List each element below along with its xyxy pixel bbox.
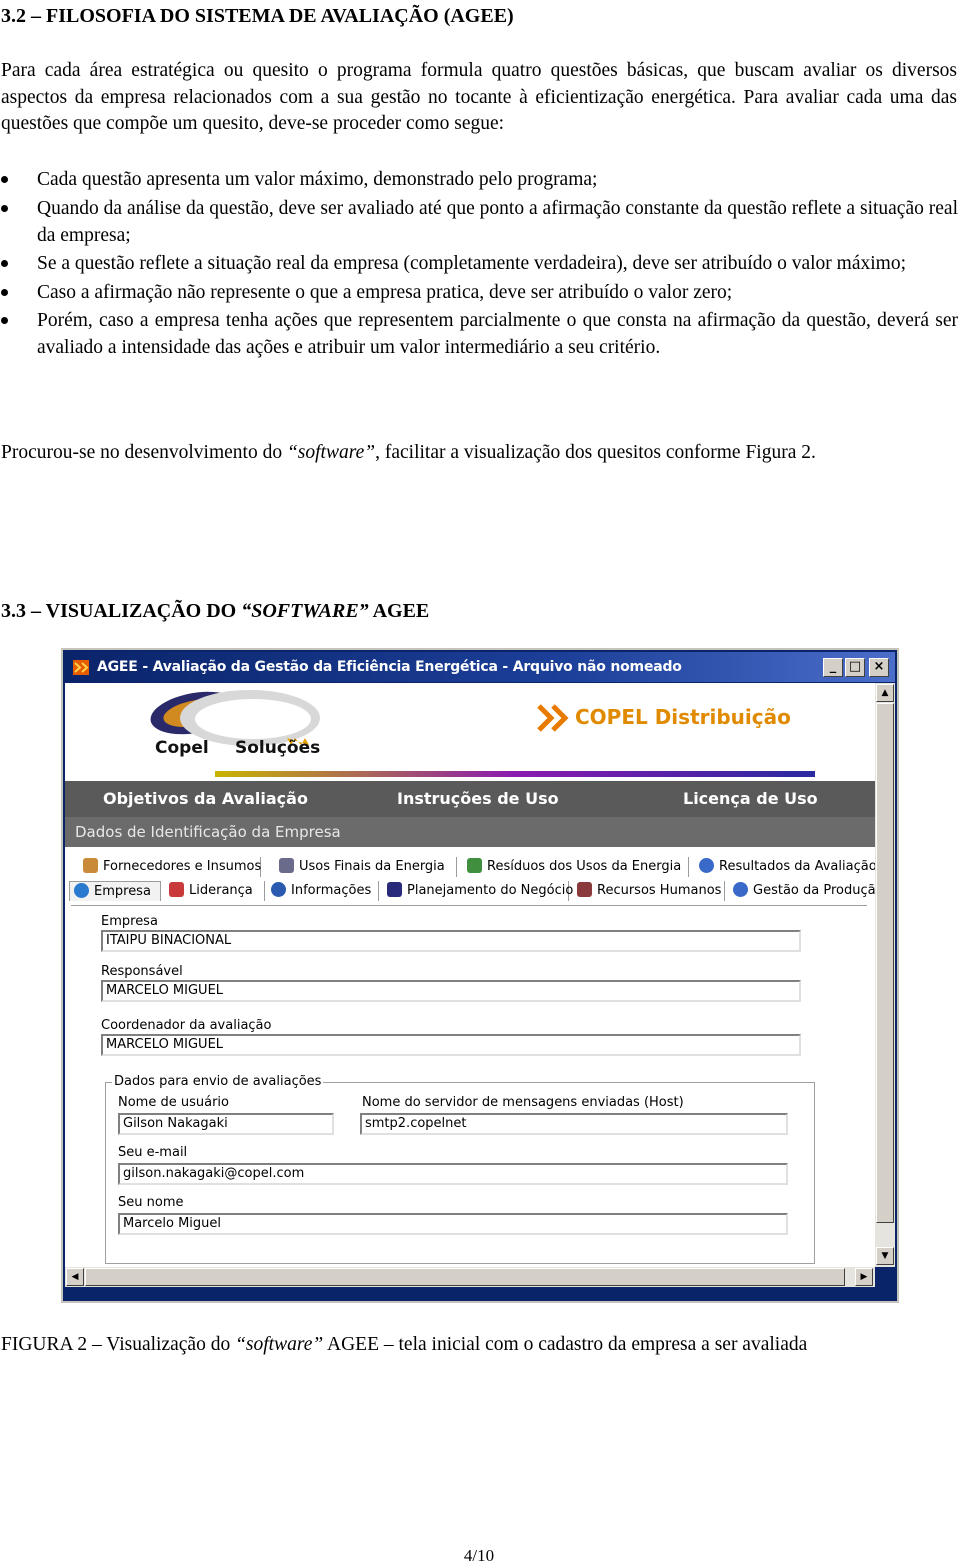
list-item: Porém, caso a empresa tenha ações que re… [0, 307, 958, 361]
intro-paragraph: Para cada área estratégica ou quesito o … [1, 60, 957, 134]
truck-icon [83, 858, 98, 873]
scroll-left-icon[interactable]: ◀ [66, 1268, 84, 1286]
recycle-icon [467, 858, 482, 873]
empresa-label: Empresa [101, 914, 158, 929]
tab-empresa[interactable]: Empresa [69, 881, 161, 901]
usuario-field[interactable]: Gilson Nakagaki [118, 1113, 334, 1135]
tab-usos-finais[interactable]: Usos Finais da Energia [275, 857, 457, 877]
coordenador-field[interactable]: MARCELO MIGUEL [101, 1034, 801, 1056]
nome-label: Seu nome [118, 1195, 184, 1210]
nome-field[interactable]: Marcelo Miguel [118, 1213, 788, 1235]
figure-caption: FIGURA 2 – Visualização do “software” AG… [1, 1334, 808, 1355]
main-menu-bar: Objetivos da Avaliação Instruções de Uso… [65, 781, 875, 817]
tab-lideranca[interactable]: Liderança [165, 881, 265, 901]
copel-distribuicao-text: COPEL Distribuição [575, 705, 791, 729]
minimize-button[interactable]: _ [823, 658, 843, 677]
tab-planejamento[interactable]: Planejamento do Negócio [383, 881, 573, 901]
list-item: Cada questão apresenta um valor máximo, … [0, 166, 958, 193]
empresa-form-panel: Empresa ITAIPU BINACIONAL Responsável MA… [71, 905, 867, 1264]
coordenador-label: Coordenador da avaliação [101, 1018, 272, 1033]
tab-fornecedores[interactable]: Fornecedores e Insumos [79, 857, 261, 877]
tab-resultados[interactable]: Resultados da Avaliação [695, 857, 875, 877]
list-item: Quando da análise da questão, deve ser a… [0, 195, 958, 249]
tab-strip: Fornecedores e Insumos Usos Finais da En… [65, 847, 875, 907]
section-3-3-heading: 3.3 – VISUALIZAÇÃO DO “SOFTWARE” AGEE [1, 600, 430, 622]
envio-groupbox: Dados para envio de avaliações Nome de u… [105, 1074, 815, 1264]
gear-icon [733, 882, 748, 897]
usuario-label: Nome de usuário [118, 1095, 229, 1110]
tab-informacoes[interactable]: Informações [267, 881, 379, 901]
pie-chart-icon [699, 858, 714, 873]
scroll-up-icon[interactable]: ▲ [876, 684, 894, 702]
horizontal-scroll-thumb[interactable] [85, 1268, 845, 1286]
header-stripe [215, 771, 815, 777]
globe-icon [74, 883, 89, 898]
bullet-icon [1, 288, 8, 296]
book-icon [387, 882, 402, 897]
horizontal-scrollbar[interactable]: ◀ ▶ [65, 1267, 875, 1287]
app-icon [73, 660, 89, 675]
empresa-field[interactable]: ITAIPU BINACIONAL [101, 930, 801, 952]
bullet-icon [1, 260, 8, 267]
vertical-scrollbar[interactable]: ▲ ▼ [875, 683, 895, 1267]
list-item: Caso a afirmação não represente o que a … [0, 279, 958, 306]
menu-objetivos[interactable]: Objetivos da Avaliação [103, 789, 308, 808]
section-bar: Dados de Identificação da Empresa [65, 817, 875, 847]
menu-instrucoes[interactable]: Instruções de Uso [397, 789, 559, 808]
scroll-down-icon[interactable]: ▼ [876, 1247, 894, 1265]
maximize-button[interactable]: □ [845, 658, 865, 677]
info-icon [271, 882, 286, 897]
email-field[interactable]: gilson.nakagaki@copel.com [118, 1163, 788, 1185]
window-client-area: Copel Soluções COPEL Distribuição Objeti… [65, 683, 875, 1267]
gears-icon [279, 858, 294, 873]
section-3-2-heading: 3.2 – FILOSOFIA DO SISTEMA DE AVALIAÇÃO … [1, 5, 514, 27]
page-number: 4/10 [463, 1546, 495, 1565]
tab-residuos[interactable]: Resíduos dos Usos da Energia [463, 857, 689, 877]
leader-icon [169, 882, 184, 897]
list-item: Se a questão reflete a situação real da … [0, 250, 958, 277]
people-icon [577, 882, 592, 897]
tab-recursos-humanos[interactable]: Recursos Humanos [573, 881, 725, 901]
software-paragraph: Procurou-se no desenvolvimento do “softw… [1, 442, 816, 463]
evaluation-steps-list: Cada questão apresenta um valor máximo, … [0, 166, 958, 363]
copel-logo-icon [537, 704, 569, 732]
bullet-icon [1, 176, 8, 183]
menu-licenca[interactable]: Licença de Uso [683, 789, 818, 808]
scroll-right-icon[interactable]: ▶ [855, 1268, 873, 1286]
bullet-icon [1, 317, 8, 324]
close-button[interactable]: × [869, 658, 889, 677]
brand-solucoes-text: Soluções [235, 738, 321, 758]
responsavel-field[interactable]: MARCELO MIGUEL [101, 980, 801, 1002]
tab-gestao-producao[interactable]: Gestão da Produção [729, 881, 875, 901]
envio-group-label: Dados para envio de avaliações [112, 1074, 324, 1089]
servidor-field[interactable]: smtp2.copelnet [360, 1113, 788, 1135]
servidor-label: Nome do servidor de mensagens enviadas (… [362, 1095, 684, 1110]
agee-app-window: AGEE - Avaliação da Gestão da Eficiência… [61, 648, 899, 1303]
window-title: AGEE - Avaliação da Gestão da Eficiência… [97, 659, 682, 675]
title-bar: AGEE - Avaliação da Gestão da Eficiência… [65, 652, 895, 682]
responsavel-label: Responsável [101, 964, 183, 979]
bullet-icon [1, 204, 8, 212]
section-bar-title: Dados de Identificação da Empresa [75, 823, 341, 841]
email-label: Seu e-mail [118, 1145, 188, 1160]
vertical-scroll-thumb[interactable] [876, 703, 894, 1223]
brand-copel-text: Copel [155, 738, 209, 758]
